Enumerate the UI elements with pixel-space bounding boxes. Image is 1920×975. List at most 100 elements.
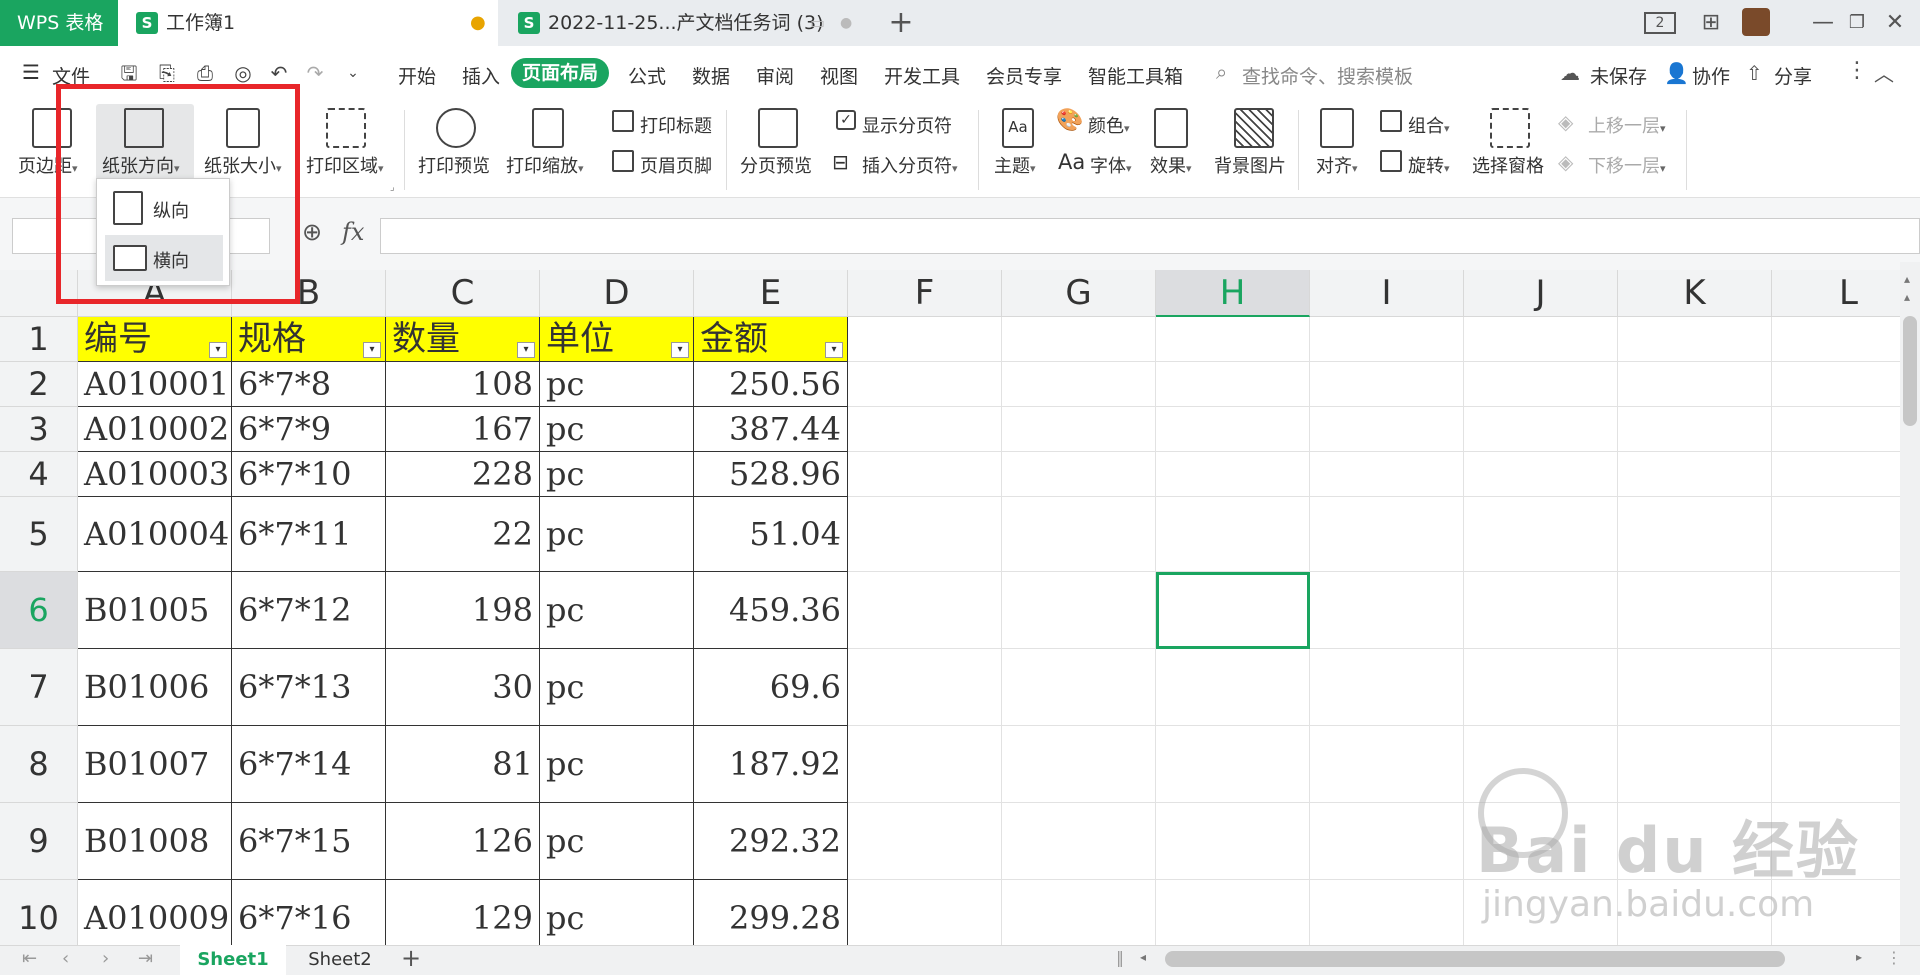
print-icon[interactable]: ⎙ bbox=[192, 60, 218, 86]
empty-cell[interactable] bbox=[1002, 407, 1156, 452]
empty-cell[interactable] bbox=[848, 572, 1002, 649]
print-scale-button[interactable]: 打印缩放▾ bbox=[506, 152, 584, 178]
row-header[interactable]: 8 bbox=[0, 726, 78, 803]
table-cell[interactable]: 30 bbox=[386, 649, 540, 726]
empty-cell[interactable] bbox=[1156, 452, 1310, 497]
menu-insert[interactable]: 插入 bbox=[462, 62, 500, 89]
empty-cell[interactable] bbox=[1464, 407, 1618, 452]
row-header[interactable]: 6 bbox=[0, 572, 78, 649]
table-cell[interactable]: pc bbox=[540, 497, 694, 572]
empty-cell[interactable] bbox=[1464, 649, 1618, 726]
wps-app-tab[interactable]: WPS 表格 bbox=[0, 0, 118, 46]
table-cell[interactable]: pc bbox=[540, 572, 694, 649]
table-cell[interactable]: 387.44 bbox=[694, 407, 848, 452]
empty-cell[interactable] bbox=[1772, 407, 1900, 452]
empty-cell[interactable] bbox=[1156, 880, 1310, 945]
table-cell[interactable]: 126 bbox=[386, 803, 540, 880]
export-icon[interactable]: ⎘ bbox=[154, 60, 180, 86]
filter-dropdown-icon[interactable]: ▾ bbox=[671, 342, 689, 358]
empty-cell[interactable] bbox=[1772, 572, 1900, 649]
table-cell[interactable]: pc bbox=[540, 726, 694, 803]
empty-cell[interactable] bbox=[1464, 452, 1618, 497]
split-handle-icon[interactable]: ‖ bbox=[1116, 948, 1124, 967]
avatar[interactable] bbox=[1742, 8, 1770, 36]
empty-cell[interactable] bbox=[1002, 317, 1156, 362]
table-cell[interactable]: 6*7*13 bbox=[232, 649, 386, 726]
col-header-j[interactable]: J bbox=[1464, 270, 1618, 317]
next-sheet-icon[interactable]: › bbox=[102, 948, 109, 969]
table-header-cell[interactable]: 编号 ▾ bbox=[78, 317, 232, 362]
table-cell[interactable]: B01006 bbox=[78, 649, 232, 726]
table-cell[interactable]: 22 bbox=[386, 497, 540, 572]
empty-cell[interactable] bbox=[1156, 726, 1310, 803]
empty-cell[interactable] bbox=[1156, 362, 1310, 407]
table-cell[interactable]: 292.32 bbox=[694, 803, 848, 880]
empty-cell[interactable] bbox=[1310, 497, 1464, 572]
table-cell[interactable]: A010003 bbox=[78, 452, 232, 497]
empty-cell[interactable] bbox=[1772, 649, 1900, 726]
redo-icon[interactable]: ↷ bbox=[302, 60, 328, 86]
empty-cell[interactable] bbox=[848, 726, 1002, 803]
table-cell[interactable]: 228 bbox=[386, 452, 540, 497]
empty-cell[interactable] bbox=[1156, 803, 1310, 880]
more-icon[interactable]: ⋮ bbox=[1846, 58, 1868, 83]
page-counter-button[interactable]: 2 bbox=[1644, 12, 1676, 34]
col-header-e[interactable]: E bbox=[694, 270, 848, 317]
empty-cell[interactable] bbox=[1772, 317, 1900, 362]
empty-cell[interactable] bbox=[1002, 803, 1156, 880]
empty-cell[interactable] bbox=[1310, 317, 1464, 362]
table-cell[interactable]: 108 bbox=[386, 362, 540, 407]
table-cell[interactable]: B01005 bbox=[78, 572, 232, 649]
font-button[interactable]: 字体▾ bbox=[1090, 152, 1132, 178]
selection-pane-button[interactable]: 选择窗格 bbox=[1472, 152, 1544, 178]
empty-cell[interactable] bbox=[1002, 880, 1156, 945]
horizontal-scroll-thumb[interactable] bbox=[1165, 951, 1785, 967]
table-header-cell[interactable]: 数量 ▾ bbox=[386, 317, 540, 362]
doc-tab-task[interactable]: S 2022-11-25...产文档任务词 (3) ▭ ● bbox=[500, 0, 860, 46]
empty-cell[interactable] bbox=[1002, 726, 1156, 803]
command-search-input[interactable]: 查找命令、搜索模板 bbox=[1242, 62, 1413, 89]
empty-cell[interactable] bbox=[1618, 452, 1772, 497]
table-cell[interactable]: 6*7*10 bbox=[232, 452, 386, 497]
table-cell[interactable]: A010001 bbox=[78, 362, 232, 407]
menu-formula[interactable]: 公式 bbox=[628, 62, 666, 89]
empty-cell[interactable] bbox=[1464, 572, 1618, 649]
active-cell[interactable] bbox=[1156, 572, 1310, 649]
empty-cell[interactable] bbox=[1772, 497, 1900, 572]
empty-cell[interactable] bbox=[1772, 726, 1900, 803]
empty-cell[interactable] bbox=[1002, 572, 1156, 649]
sheet-tab-sheet2[interactable]: Sheet2 bbox=[290, 945, 390, 975]
table-cell[interactable]: 198 bbox=[386, 572, 540, 649]
table-cell[interactable]: 51.04 bbox=[694, 497, 848, 572]
empty-cell[interactable] bbox=[1310, 452, 1464, 497]
table-cell[interactable]: pc bbox=[540, 803, 694, 880]
col-header-c[interactable]: C bbox=[386, 270, 540, 317]
row-header[interactable]: 3 bbox=[0, 407, 78, 452]
formula-input[interactable] bbox=[380, 218, 1920, 254]
table-cell[interactable]: 6*7*8 bbox=[232, 362, 386, 407]
empty-cell[interactable] bbox=[1310, 649, 1464, 726]
doc-tab-workbook1[interactable]: S 工作簿1 ● bbox=[118, 0, 498, 46]
table-cell[interactable]: 129 bbox=[386, 880, 540, 945]
color-button[interactable]: 颜色▾ bbox=[1088, 112, 1130, 138]
filter-dropdown-icon[interactable]: ▾ bbox=[363, 342, 381, 358]
fx-icon[interactable]: fx bbox=[342, 218, 364, 246]
empty-cell[interactable] bbox=[1002, 452, 1156, 497]
menu-smart-tools[interactable]: 智能工具箱 bbox=[1088, 62, 1183, 89]
table-cell[interactable]: A010002 bbox=[78, 407, 232, 452]
col-header-f[interactable]: F bbox=[848, 270, 1002, 317]
print-preview-button[interactable]: 打印预览 bbox=[418, 152, 490, 178]
row-header[interactable]: 4 bbox=[0, 452, 78, 497]
send-backward-button[interactable]: 下移一层▾ bbox=[1588, 152, 1666, 178]
empty-cell[interactable] bbox=[848, 880, 1002, 945]
dialog-launcher-icon[interactable]: ⌟ bbox=[390, 182, 395, 193]
background-image-button[interactable]: 背景图片 bbox=[1214, 152, 1286, 178]
menu-data[interactable]: 数据 bbox=[692, 62, 730, 89]
restore-icon[interactable]: ❐ bbox=[1840, 8, 1874, 38]
vertical-scroll-thumb[interactable] bbox=[1903, 316, 1917, 426]
table-cell[interactable]: 528.96 bbox=[694, 452, 848, 497]
share-button[interactable]: 分享 bbox=[1774, 62, 1812, 89]
table-cell[interactable]: pc bbox=[540, 452, 694, 497]
print-area-button[interactable]: 打印区域▾ bbox=[306, 152, 384, 178]
chevron-down-icon[interactable]: ⌄ bbox=[340, 60, 366, 86]
